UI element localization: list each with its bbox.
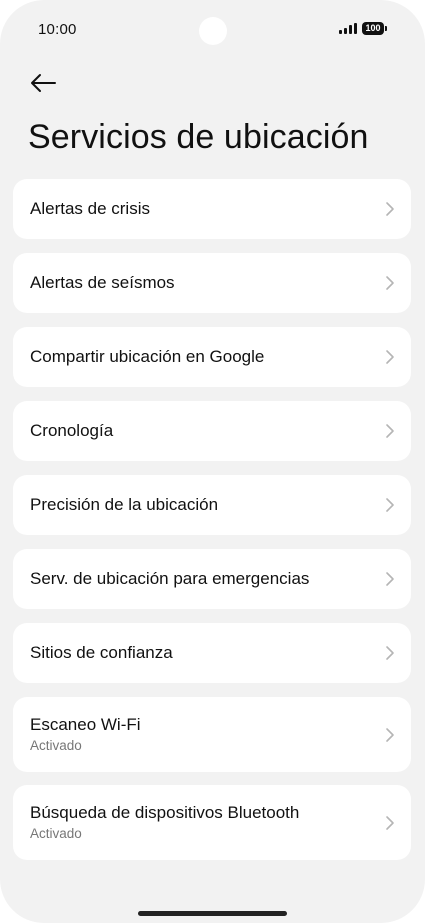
setting-alertas-de-crisis[interactable]: Alertas de crisis <box>13 179 411 239</box>
camera-cutout <box>199 17 227 45</box>
setting-escaneo-wifi[interactable]: Escaneo Wi-Fi Activado <box>13 697 411 772</box>
home-indicator[interactable] <box>138 911 287 916</box>
item-status: Activado <box>30 826 82 841</box>
chevron-right-icon <box>386 498 394 512</box>
status-bar: 10:00 100 <box>0 0 425 60</box>
back-button[interactable] <box>26 66 60 100</box>
item-label: Cronología <box>30 421 114 440</box>
chevron-right-icon <box>386 646 394 660</box>
chevron-right-icon <box>386 727 394 742</box>
setting-serv-de-ubicacion-para-emergencias[interactable]: Serv. de ubicación para emergencias <box>13 549 411 609</box>
setting-sitios-de-confianza[interactable]: Sitios de confianza <box>13 623 411 683</box>
status-time: 10:00 <box>38 21 77 38</box>
chevron-right-icon <box>386 350 394 364</box>
setting-busqueda-de-dispositivos-bluetooth[interactable]: Búsqueda de dispositivos Bluetooth Activ… <box>13 785 411 860</box>
settings-list: Alertas de crisis Alertas de seísmos Com… <box>13 179 411 874</box>
chevron-right-icon <box>386 276 394 290</box>
item-label: Alertas de crisis <box>30 199 150 218</box>
setting-compartir-ubicacion-en-google[interactable]: Compartir ubicación en Google <box>13 327 411 387</box>
setting-alertas-de-seismos[interactable]: Alertas de seísmos <box>13 253 411 313</box>
item-label: Búsqueda de dispositivos Bluetooth <box>30 803 300 822</box>
phone-screen: 10:00 100 Servicios de ubicación Alertas… <box>0 0 425 923</box>
signal-icon <box>339 23 357 34</box>
battery-icon: 100 <box>362 22 387 35</box>
item-label: Sitios de confianza <box>30 643 173 662</box>
item-label: Escaneo Wi-Fi <box>30 715 141 734</box>
setting-precision-de-la-ubicacion[interactable]: Precisión de la ubicación <box>13 475 411 535</box>
chevron-right-icon <box>386 424 394 438</box>
status-indicators: 100 <box>339 22 387 35</box>
chevron-right-icon <box>386 572 394 586</box>
page-title: Servicios de ubicación <box>28 118 369 156</box>
item-label: Precisión de la ubicación <box>30 495 219 514</box>
battery-level: 100 <box>362 22 384 35</box>
item-status: Activado <box>30 738 82 753</box>
item-label: Serv. de ubicación para emergencias <box>30 569 310 588</box>
chevron-right-icon <box>386 202 394 216</box>
item-label: Compartir ubicación en Google <box>30 347 265 366</box>
arrow-left-icon <box>31 74 56 92</box>
item-label: Alertas de seísmos <box>30 273 175 292</box>
chevron-right-icon <box>386 815 394 830</box>
setting-cronologia[interactable]: Cronología <box>13 401 411 461</box>
